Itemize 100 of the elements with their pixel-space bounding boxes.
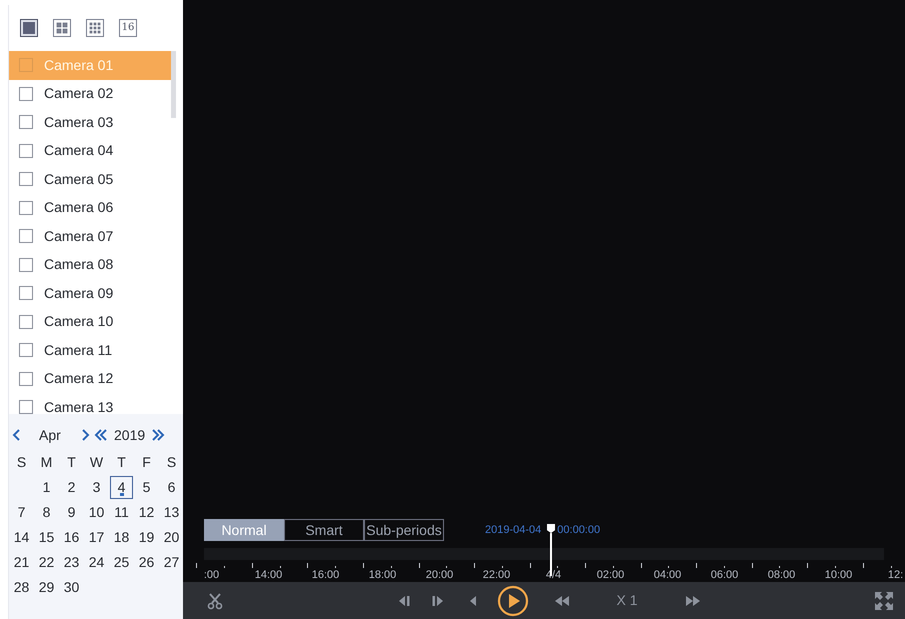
quad-layout-button[interactable] <box>53 19 71 37</box>
previous-frame-icon[interactable] <box>396 594 410 608</box>
next-month-button[interactable] <box>81 429 90 441</box>
fast-forward-icon[interactable] <box>684 594 702 608</box>
play-button[interactable] <box>496 584 528 616</box>
camera-list-item[interactable]: Camera 05 <box>9 165 171 194</box>
calendar-day[interactable]: 5 <box>135 476 158 499</box>
calendar-day[interactable]: 13 <box>160 501 183 524</box>
calendar-day[interactable]: 10 <box>85 501 108 524</box>
calendar-day[interactable]: 22 <box>35 551 58 574</box>
camera-name: Camera 13 <box>44 398 114 414</box>
camera-checkbox[interactable] <box>19 372 33 386</box>
calendar-day[interactable]: 29 <box>35 576 58 599</box>
camera-list-item[interactable]: Camera 04 <box>9 136 171 165</box>
scissors-icon[interactable] <box>206 592 224 610</box>
timeline-label: 22:00 <box>482 568 510 582</box>
camera-list-item[interactable]: Camera 12 <box>9 364 171 393</box>
camera-checkbox[interactable] <box>19 58 33 72</box>
timeline-label: :00 <box>204 568 220 582</box>
timeline-label: 18:00 <box>368 568 396 582</box>
timeline-label: 20:00 <box>426 568 454 582</box>
timeline-label: 14:00 <box>254 568 282 582</box>
month-label: Apr <box>39 426 62 445</box>
single-layout-button[interactable] <box>20 19 38 37</box>
camera-list-item[interactable]: Camera 09 <box>9 279 171 308</box>
camera-checkbox[interactable] <box>19 229 33 244</box>
calendar-day[interactable]: 14 <box>10 526 33 549</box>
camera-list-item[interactable]: Camera 02 <box>9 80 171 108</box>
fullscreen-icon[interactable] <box>874 590 894 610</box>
rewind-icon[interactable] <box>552 594 570 608</box>
camera-name: Camera 10 <box>44 312 114 332</box>
camera-list-item[interactable]: Camera 11 <box>9 336 171 364</box>
weekday-label: S <box>16 453 28 472</box>
camera-name: Camera 03 <box>44 112 114 132</box>
calendar-day[interactable]: 24 <box>85 551 108 574</box>
camera-list-item[interactable]: Camera 06 <box>9 194 171 222</box>
timeline-track[interactable] <box>204 548 884 560</box>
camera-checkbox[interactable] <box>19 400 33 414</box>
camera-name: Camera 11 <box>44 340 112 360</box>
next-frame-icon[interactable] <box>430 594 444 608</box>
calendar-day[interactable]: 17 <box>85 526 108 549</box>
camera-checkbox[interactable] <box>19 172 33 186</box>
weekday-label: S <box>166 453 178 472</box>
camera-list-item[interactable]: Camera 03 <box>9 108 171 136</box>
camera-name: Camera 09 <box>44 284 114 303</box>
camera-checkbox[interactable] <box>19 286 33 300</box>
timeline-label: 02:00 <box>596 568 624 582</box>
calendar-day[interactable]: 9 <box>60 501 83 524</box>
calendar-day[interactable]: 15 <box>35 526 58 549</box>
camera-name: Camera 01 <box>44 56 114 75</box>
calendar-day[interactable]: 20 <box>160 526 183 549</box>
weekday-label: M <box>40 453 54 472</box>
calendar-day[interactable]: 3 <box>85 476 108 499</box>
camera-name: Camera 02 <box>44 84 114 104</box>
mode-tab[interactable]: Sub-periods <box>364 519 444 541</box>
calendar-day[interactable]: 26 <box>135 551 158 574</box>
camera-checkbox[interactable] <box>19 343 33 358</box>
calendar-day[interactable]: 2 <box>60 476 83 499</box>
calendar-day[interactable]: 21 <box>10 551 33 574</box>
mode-tab[interactable]: Smart <box>284 519 364 541</box>
scrollbar-thumb[interactable] <box>171 51 176 118</box>
calendar-day[interactable]: 4 <box>110 476 133 499</box>
camera-checkbox[interactable] <box>19 314 33 329</box>
next-year-button[interactable] <box>151 429 166 441</box>
calendar-day[interactable]: 6 <box>160 476 183 499</box>
calendar-day[interactable]: 1 <box>35 476 58 499</box>
previous-year-button[interactable] <box>94 429 108 441</box>
camera-list-item[interactable]: Camera 08 <box>9 250 171 279</box>
calendar-day[interactable]: 30 <box>60 576 83 599</box>
camera-checkbox[interactable] <box>19 200 33 215</box>
calendar-day[interactable]: 23 <box>60 551 83 574</box>
calendar-day[interactable]: 25 <box>110 551 133 574</box>
weekday-label: F <box>141 453 152 472</box>
camera-checkbox[interactable] <box>19 115 33 130</box>
camera-name: Camera 05 <box>44 170 114 189</box>
calendar-day[interactable]: 7 <box>10 501 33 524</box>
calendar-day[interactable]: 19 <box>135 526 158 549</box>
camera-checkbox[interactable] <box>19 86 33 101</box>
calendar-day[interactable]: 27 <box>160 551 183 574</box>
camera-list-item[interactable]: Camera 07 <box>9 222 171 250</box>
camera-name: Camera 12 <box>44 369 114 388</box>
timeline-label: 04:00 <box>654 568 682 582</box>
camera-name: Camera 06 <box>44 198 114 218</box>
calendar-day[interactable]: 28 <box>10 576 33 599</box>
calendar-day[interactable]: 18 <box>110 526 133 549</box>
camera-checkbox[interactable] <box>19 258 33 272</box>
camera-name: Camera 08 <box>44 255 114 274</box>
camera-list-item[interactable]: Camera 13 <box>9 393 171 414</box>
calendar-day[interactable]: 8 <box>35 501 58 524</box>
timeline-label: 12: <box>888 568 904 582</box>
nine-layout-button[interactable] <box>86 19 104 37</box>
camera-checkbox[interactable] <box>19 144 33 158</box>
sixteen-layout-button[interactable]: 16 <box>119 19 137 37</box>
calendar-day[interactable]: 16 <box>60 526 83 549</box>
timeline-label: 16:00 <box>312 568 340 582</box>
camera-list-item[interactable]: Camera 10 <box>9 308 171 336</box>
calendar-day[interactable]: 11 <box>110 501 133 524</box>
year-label: 2019 <box>114 426 146 444</box>
calendar-day[interactable]: 12 <box>135 501 158 524</box>
cursor-time: 00:00:00 <box>557 522 600 538</box>
